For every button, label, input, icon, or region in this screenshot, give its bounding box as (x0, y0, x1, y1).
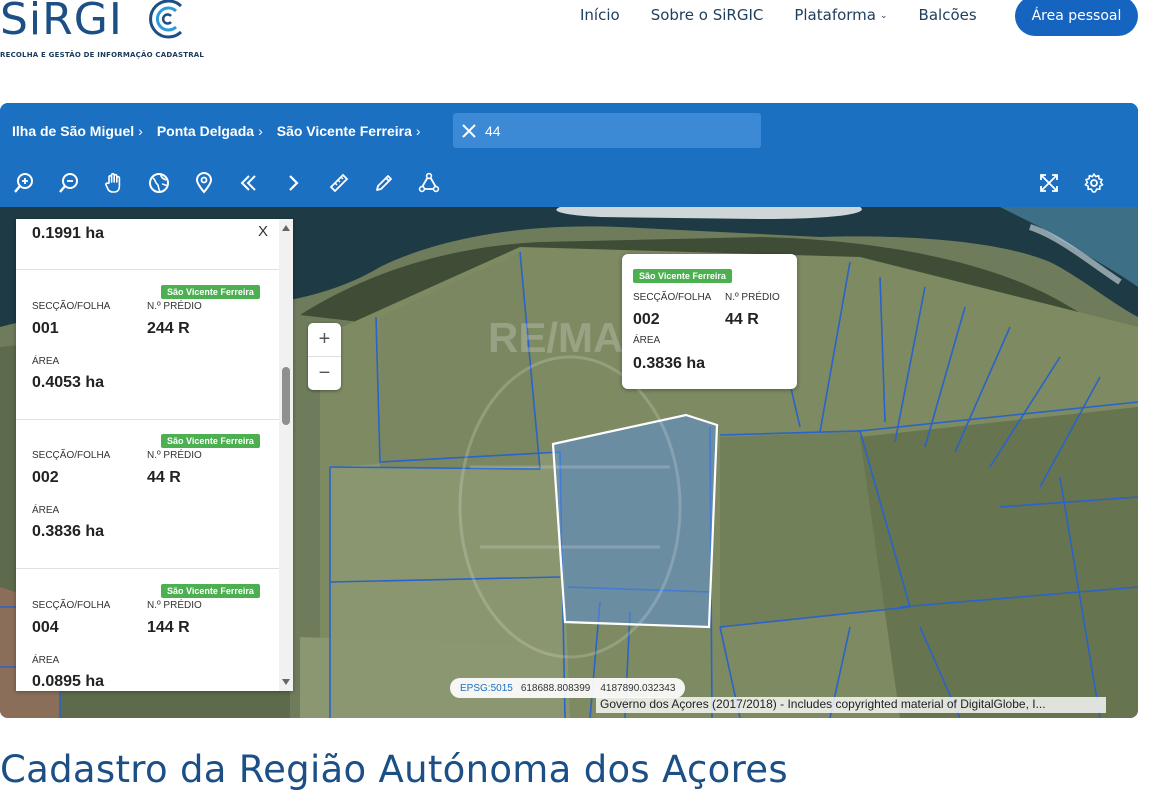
chevron-right-icon: › (258, 123, 263, 139)
area-label: ÁREA (32, 356, 60, 367)
section-label: SECÇÃO/FOLHA (32, 450, 111, 461)
coordinate-readout: EPSG:5015 618688.808399 4187890.032343 (450, 678, 686, 698)
number-value: 44 R (725, 311, 759, 328)
breadcrumb-label: Ilha de São Miguel (12, 123, 135, 139)
globe-icon[interactable] (147, 171, 171, 195)
parcel-popup[interactable]: São Vicente Ferreira SECÇÃO/FOLHA N.º PR… (622, 254, 797, 389)
parish-tag: São Vicente Ferreira (161, 434, 260, 448)
parish-tag: São Vicente Ferreira (161, 584, 260, 598)
result-card[interactable]: São Vicente Ferreira SECÇÃO/FOLHA N.º PR… (16, 270, 279, 420)
scroll-up-arrow-icon[interactable] (282, 225, 290, 231)
breadcrumb-label: Ponta Delgada (156, 123, 255, 139)
number-label: N.º PRÉDIO (147, 600, 202, 611)
section-value: 002 (633, 311, 660, 328)
settings-gear-icon[interactable] (1082, 171, 1106, 195)
section-value: 001 (32, 320, 59, 337)
section-label: SECÇÃO/FOLHA (633, 292, 712, 303)
section-value: 004 (32, 619, 59, 636)
measure-ruler-icon[interactable] (327, 171, 351, 195)
scroll-down-arrow-icon[interactable] (282, 679, 290, 685)
result-card[interactable]: São Vicente Ferreira SECÇÃO/FOLHA N.º PR… (16, 420, 279, 570)
next-extent-icon[interactable] (282, 171, 306, 195)
breadcrumb-municipality[interactable]: Ponta Delgada › (157, 123, 263, 139)
draw-pencil-icon[interactable] (372, 171, 396, 195)
area-value: 0.3836 ha (32, 523, 105, 540)
zoom-out-icon[interactable] (57, 171, 81, 195)
map-toolbar: Ilha de São Miguel › Ponta Delgada › São V… (0, 103, 1138, 207)
map-zoom-control: + − (308, 323, 341, 390)
map-zoom-out-button[interactable]: − (308, 356, 341, 389)
area-value: 0.4053 ha (32, 374, 105, 391)
chevron-right-icon: › (138, 123, 143, 139)
number-value: 244 R (147, 320, 190, 337)
area-label: ÁREA (32, 505, 60, 516)
nav-plataforma[interactable]: Plataforma ⌄ (794, 6, 887, 24)
logo-tagline: RECOLHA E GESTÃO DE INFORMAÇÃO CADASTRAL (0, 51, 205, 59)
polygon-select-icon[interactable] (417, 171, 441, 195)
pan-hand-icon[interactable] (102, 171, 126, 195)
coordinate-x: 618688.808399 (520, 682, 591, 694)
page-title: Cadastro da Região Autónoma dos Açores (0, 748, 788, 791)
logo-wordmark: SiRGI (0, 0, 123, 45)
map-attribution: Governo dos Açores (2017/2018) - Include… (596, 697, 1106, 713)
area-pessoal-button[interactable]: Área pessoal (1015, 0, 1138, 36)
breadcrumb-parish[interactable]: São Vicente Ferreira › (277, 123, 421, 139)
results-panel: X 0.1991 ha São Vicente Ferreira SECÇÃO/… (16, 219, 293, 691)
coordinate-y: 4187890.032343 (600, 682, 676, 694)
previous-extent-icon[interactable] (237, 171, 261, 195)
breadcrumb-island[interactable]: Ilha de São Miguel › (12, 123, 143, 139)
parish-tag: São Vicente Ferreira (633, 269, 732, 283)
close-results-button[interactable]: X (258, 223, 268, 240)
chevron-down-icon: ⌄ (880, 10, 888, 21)
nav-inicio[interactable]: Início (580, 6, 620, 24)
results-scrollbar[interactable] (279, 219, 293, 691)
area-label: ÁREA (32, 655, 60, 666)
area-value: 0.0895 ha (32, 673, 105, 690)
area-value: 0.3836 ha (633, 355, 706, 372)
section-value: 002 (32, 469, 59, 486)
section-label: SECÇÃO/FOLHA (32, 600, 111, 611)
fullscreen-icon[interactable] (1037, 171, 1061, 195)
zoom-in-icon[interactable] (12, 171, 36, 195)
nav-plataforma-label: Plataforma (794, 6, 876, 24)
map-zoom-in-button[interactable]: + (308, 323, 341, 356)
parcel-search (453, 113, 761, 148)
logo-c-mark-icon (149, 0, 183, 39)
location-pin-icon[interactable] (192, 171, 216, 195)
sirgic-logo[interactable]: SiRGI RECOLHA E GESTÃO DE INFORMAÇÃO CAD… (0, 0, 204, 66)
chevron-right-icon: › (415, 123, 421, 139)
clear-search-icon[interactable] (461, 123, 477, 139)
parish-tag: São Vicente Ferreira (161, 285, 260, 299)
area-label: ÁREA (633, 335, 661, 346)
breadcrumb-label: São Vicente Ferreira (276, 123, 412, 139)
breadcrumb: Ilha de São Miguel › Ponta Delgada › São V… (12, 123, 435, 139)
number-label: N.º PRÉDIO (147, 301, 202, 312)
epsg-code[interactable]: EPSG:5015 (460, 683, 513, 694)
nav-sobre[interactable]: Sobre o SiRGIC (651, 6, 764, 24)
number-label: N.º PRÉDIO (147, 450, 202, 461)
map-tools (12, 171, 462, 195)
number-label: N.º PRÉDIO (725, 292, 780, 303)
section-label: SECÇÃO/FOLHA (32, 301, 111, 312)
number-value: 44 R (147, 469, 181, 486)
top-navigation: Início Sobre o SiRGIC Plataforma ⌄ Balcõe… (580, 0, 1008, 30)
result-area-value: 0.1991 ha (32, 225, 105, 242)
nav-balcoes[interactable]: Balcões (919, 6, 977, 24)
number-value: 144 R (147, 619, 190, 636)
result-card[interactable]: São Vicente Ferreira SECÇÃO/FOLHA N.º PR… (16, 569, 279, 691)
scroll-thumb[interactable] (282, 367, 290, 425)
search-input[interactable] (485, 122, 725, 139)
